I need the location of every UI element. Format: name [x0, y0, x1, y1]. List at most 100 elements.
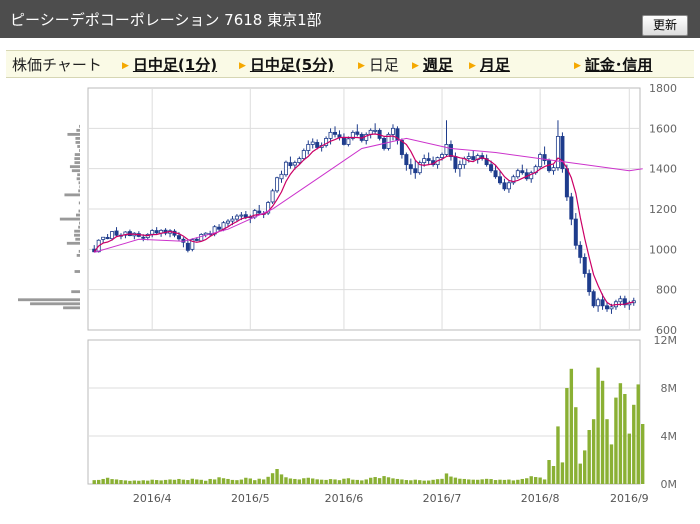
volume-bar	[502, 479, 507, 484]
price-volume-profile-bar	[77, 145, 80, 148]
x-tick-label: 2016/5	[231, 492, 270, 505]
volume-bar	[239, 479, 244, 484]
x-tick-label: 2016/8	[521, 492, 560, 505]
price-volume-profile-bar	[74, 161, 80, 165]
volume-bar	[373, 477, 377, 484]
candle-body	[471, 156, 476, 160]
volume-bar	[146, 480, 150, 484]
candle-body	[440, 154, 445, 158]
price-volume-profile-bar	[79, 149, 80, 152]
volume-bar	[600, 380, 605, 484]
volume-bar	[409, 480, 413, 484]
volume-bar	[306, 477, 310, 484]
candle-body	[306, 144, 311, 151]
price-volume-profile-bar	[79, 221, 80, 225]
price-volume-profile-bar	[76, 177, 80, 181]
candle-body	[114, 230, 119, 236]
volume-bar	[640, 424, 645, 484]
candle-body	[413, 168, 418, 174]
candle-body	[150, 230, 155, 235]
candle-body	[390, 127, 395, 135]
volume-bar	[154, 480, 159, 484]
candle-body	[234, 215, 239, 220]
price-volume-profile-bar	[75, 237, 80, 241]
volume-bar	[400, 479, 404, 484]
candle-body	[573, 218, 578, 246]
price-volume-profile-bar	[79, 185, 80, 189]
volume-bar	[181, 479, 186, 484]
volume-bar	[614, 397, 618, 484]
volume-bar	[110, 479, 114, 484]
volume-bar	[293, 478, 297, 484]
volume-bar	[618, 383, 623, 484]
volume-bar	[467, 479, 471, 484]
volume-bar	[248, 478, 252, 484]
volume-bar	[565, 388, 569, 484]
volume-bar	[186, 480, 190, 484]
volume-bar	[493, 480, 498, 484]
volume-bar	[355, 479, 360, 484]
candle-body	[154, 230, 159, 234]
candle-body	[292, 162, 297, 166]
x-tick-label: 2016/6	[325, 492, 364, 505]
volume-bar	[431, 479, 435, 484]
volume-bar	[253, 480, 257, 484]
volume-tick-label: 12M	[654, 334, 678, 347]
volume-bar	[542, 479, 547, 484]
candle-body	[502, 182, 507, 190]
price-volume-profile	[18, 124, 81, 310]
volume-bar	[364, 479, 368, 484]
volume-bar	[440, 478, 444, 484]
candle-body	[587, 273, 592, 293]
volume-bar	[168, 479, 172, 484]
volume-bar	[226, 478, 230, 484]
volume-bar	[449, 476, 453, 484]
price-volume-profile-bar	[63, 306, 80, 310]
volume-bar	[346, 478, 351, 484]
candle-body	[110, 231, 115, 240]
volume-bar	[190, 478, 195, 484]
volume-bar	[471, 479, 475, 484]
price-volume-profile-bar	[78, 201, 80, 205]
price-volume-profile-bar	[69, 165, 80, 169]
price-volume-profile-bar	[74, 233, 80, 237]
x-tick-label: 2016/4	[133, 492, 172, 505]
price-volume-profile-bar	[78, 181, 80, 185]
price-volume-profile-bar	[67, 132, 80, 136]
price-volume-profile-bar	[30, 302, 81, 306]
volume-panel: 2016/4 2016/5 2016/6 2016/7 2016/8 2016/9 0M 4M…	[87, 334, 678, 505]
candle-body	[346, 138, 351, 145]
volume-bar	[261, 479, 266, 484]
candle-body	[341, 137, 346, 145]
volume-bar	[560, 462, 565, 484]
candle-body	[596, 299, 601, 307]
volume-bar	[96, 479, 101, 484]
price-volume-profile-bar	[71, 169, 80, 173]
candle-body	[408, 164, 413, 170]
volume-bar	[623, 394, 627, 484]
candle-body	[444, 144, 449, 155]
price-tick-label: 1200	[649, 203, 677, 216]
volume-bar	[244, 477, 248, 484]
volume-bar	[556, 426, 560, 484]
candle-body	[243, 214, 248, 218]
candle-body	[176, 235, 181, 240]
volume-bar	[297, 479, 302, 484]
price-volume-profile-bar	[78, 225, 80, 229]
volume-bar	[578, 463, 582, 484]
candle-body	[279, 173, 284, 180]
volume-tick-label: 0M	[661, 478, 678, 491]
volume-bar	[212, 479, 217, 484]
price-volume-profile-bar	[78, 209, 80, 213]
volume-bar	[342, 478, 346, 484]
volume-bar	[391, 478, 395, 484]
volume-bar	[422, 480, 426, 484]
volume-bar	[351, 479, 355, 484]
price-volume-profile-bar	[78, 189, 80, 193]
price-volume-profile-bar	[76, 128, 80, 132]
volume-bar	[311, 478, 315, 484]
candle-body	[582, 256, 587, 274]
price-volume-profile-bar	[71, 290, 80, 294]
volume-bar	[462, 478, 467, 484]
candle-body	[333, 131, 338, 135]
